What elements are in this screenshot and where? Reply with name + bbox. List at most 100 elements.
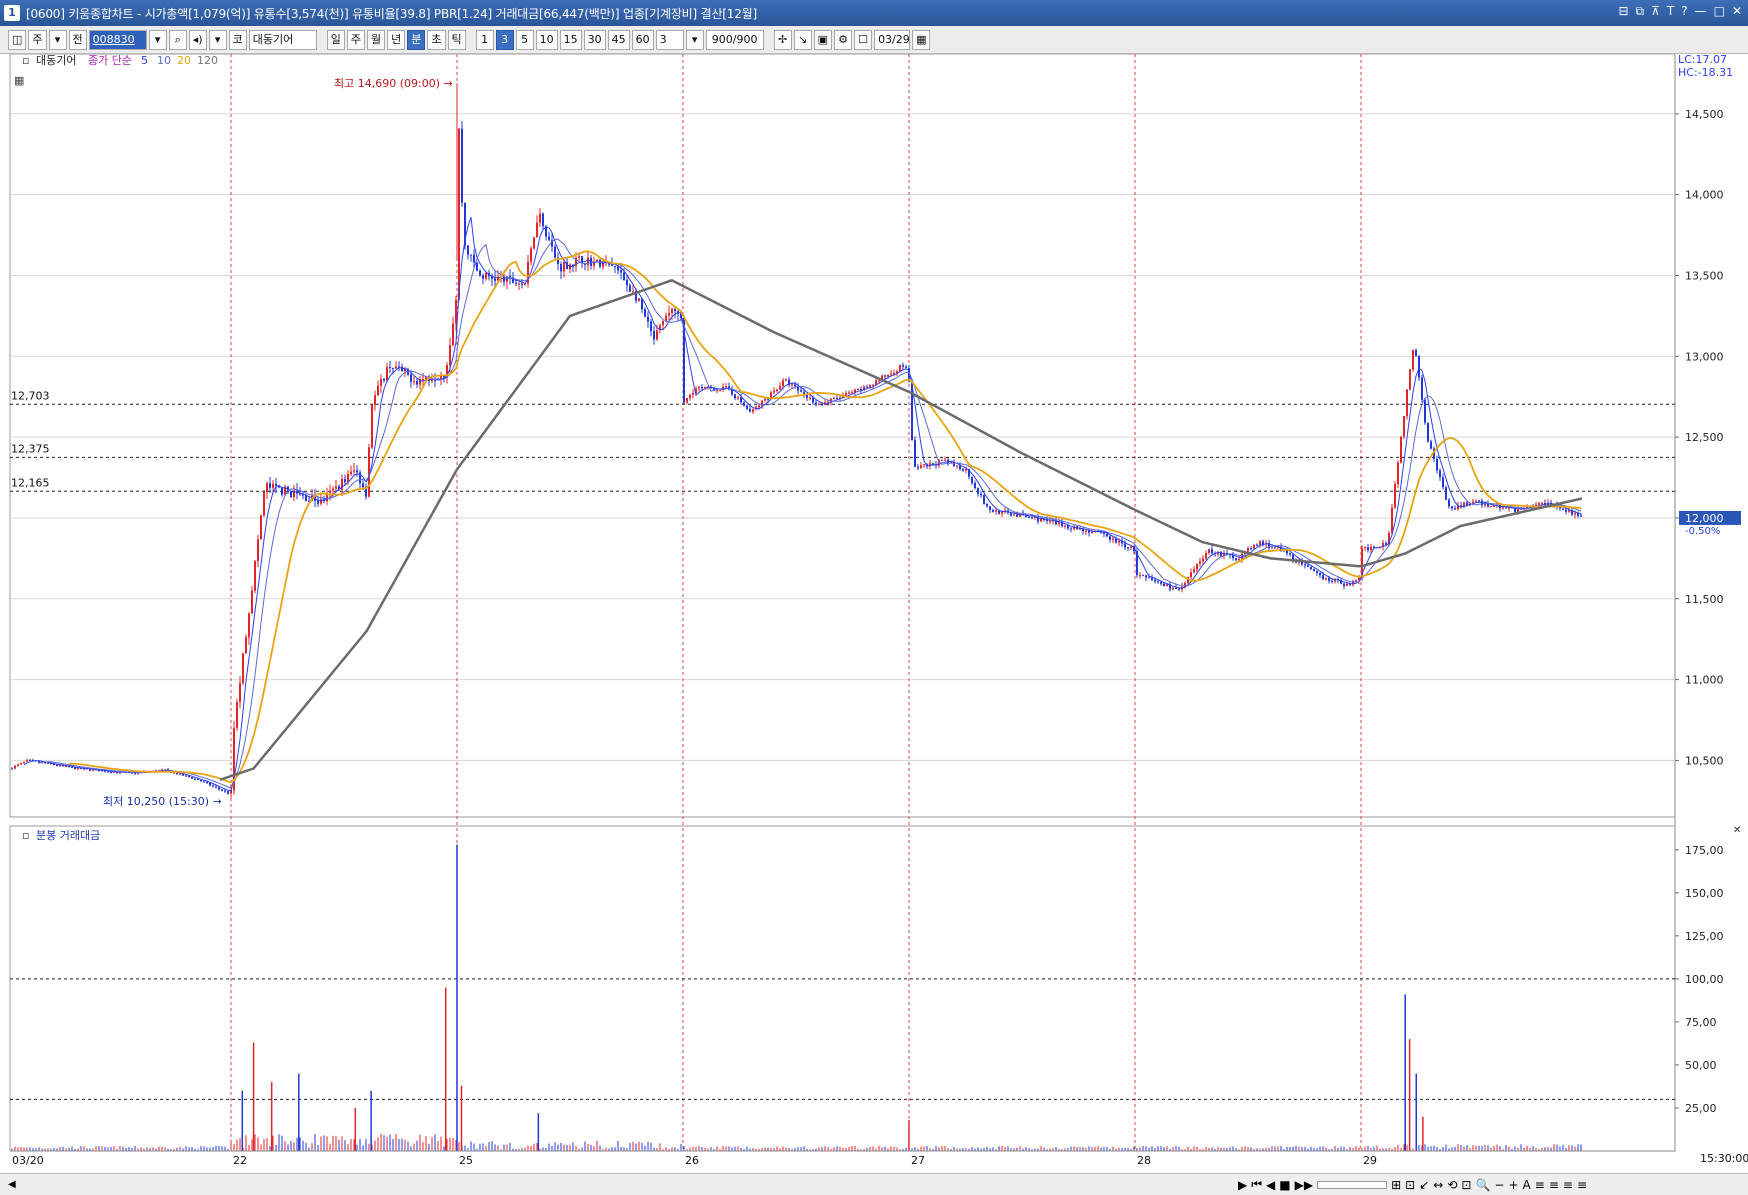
- candle-body: [686, 397, 688, 403]
- interval-30[interactable]: 30: [583, 29, 606, 50]
- candle-body: [1424, 399, 1426, 423]
- arrow-icon[interactable]: ↙: [1419, 1178, 1429, 1192]
- interval-1[interactable]: 1: [475, 29, 494, 50]
- candle-body: [1343, 583, 1345, 586]
- candle-body: [578, 256, 580, 258]
- fast-forward-icon[interactable]: ▶▶: [1295, 1178, 1313, 1192]
- date-field[interactable]: 03/29: [874, 29, 911, 50]
- candle-body: [272, 483, 274, 488]
- minimize-button[interactable]: —: [1695, 4, 1707, 19]
- tools-icon[interactable]: ✢: [773, 29, 792, 50]
- chart-area[interactable]: 12,703 12,375 12,165 10,500 11,000 11,500 12,…: [0, 54, 1748, 1173]
- list-icon-2[interactable]: ≡: [1549, 1178, 1559, 1192]
- candle-body: [890, 373, 892, 375]
- font-button[interactable]: T: [1667, 4, 1674, 19]
- period-second[interactable]: 초: [427, 29, 446, 50]
- candle-body: [1412, 349, 1414, 370]
- gear-icon[interactable]: ⚙: [834, 29, 853, 50]
- count-field[interactable]: 900/900: [705, 29, 764, 50]
- refresh-icon[interactable]: ⟲: [1447, 1178, 1457, 1192]
- period-day[interactable]: 일: [326, 29, 345, 50]
- maximize-button[interactable]: □: [1714, 4, 1725, 19]
- stock-code-input[interactable]: 008830: [88, 29, 147, 50]
- interval-3[interactable]: 3: [495, 29, 514, 50]
- grid-icon[interactable]: ⊞: [1391, 1178, 1401, 1192]
- candle-body: [242, 653, 244, 684]
- capture-icon[interactable]: ⊡: [1461, 1178, 1471, 1192]
- price-panel-collapse[interactable]: ▫: [22, 54, 29, 67]
- interval-10[interactable]: 10: [535, 29, 558, 50]
- chevron-down-icon[interactable]: ▾: [685, 29, 704, 50]
- crosshair-icon[interactable]: ↘: [793, 29, 812, 50]
- play-icon[interactable]: ▶: [1238, 1178, 1247, 1192]
- first-icon[interactable]: ⏮: [1251, 1177, 1262, 1192]
- candle-body: [389, 367, 391, 369]
- volume-panel-collapse[interactable]: ▫: [22, 829, 29, 842]
- interval-45[interactable]: 45: [607, 29, 630, 50]
- chart-canvas[interactable]: 12,703 12,375 12,165 10,500 11,000 11,500 12,…: [0, 54, 1748, 1173]
- legend-ma-label[interactable]: 종가 단순: [88, 54, 132, 67]
- candle-body: [1271, 547, 1273, 549]
- stock-name-field[interactable]: 대동기어: [248, 29, 317, 50]
- volume-legend[interactable]: 분봉 거래대금: [36, 829, 100, 842]
- candle-body: [1238, 559, 1240, 561]
- candle-body: [596, 259, 598, 262]
- stop-icon[interactable]: ■: [1279, 1178, 1290, 1192]
- date-checkbox[interactable]: ☐: [854, 29, 873, 50]
- candle-body: [467, 245, 469, 255]
- help-button[interactable]: ?: [1681, 4, 1687, 19]
- period-year[interactable]: 년: [387, 29, 406, 50]
- candle-body: [857, 388, 859, 390]
- interval-select[interactable]: 3: [655, 29, 684, 50]
- candle-body: [221, 789, 223, 791]
- candle-body: [377, 385, 379, 396]
- zoom-in-icon[interactable]: +: [1508, 1178, 1518, 1192]
- chevron-down-icon[interactable]: ▾: [208, 29, 227, 50]
- code-dropdown-icon[interactable]: ▾: [148, 29, 167, 50]
- frame-icon[interactable]: ⊡: [1405, 1178, 1415, 1192]
- list-icon-4[interactable]: ≡: [1577, 1178, 1587, 1192]
- list-icon-3[interactable]: ≡: [1563, 1178, 1573, 1192]
- candle-body: [554, 246, 556, 258]
- volume-tick-label: 125,00: [1685, 930, 1724, 943]
- candle-body: [1070, 528, 1072, 530]
- interval-5[interactable]: 5: [515, 29, 534, 50]
- candle-body: [917, 466, 919, 468]
- search-icon[interactable]: ⌕: [168, 29, 187, 50]
- market-select[interactable]: 주: [28, 29, 47, 50]
- stretch-icon[interactable]: ↔: [1433, 1178, 1443, 1192]
- period-tick[interactable]: 틱: [447, 29, 466, 50]
- save-icon[interactable]: ▣: [813, 29, 833, 50]
- zoom-slider[interactable]: [1317, 1180, 1388, 1189]
- toolbar: ◫ 주 ▾ 전 008830 ▾ ⌕ ◂) ▾ 코 대동기어 일 주 월 년 분…: [0, 26, 1748, 54]
- type-button[interactable]: 전: [68, 29, 87, 50]
- chevron-down-icon[interactable]: ▾: [48, 29, 67, 50]
- close-button[interactable]: ✕: [1732, 4, 1742, 19]
- candle-body: [992, 509, 994, 512]
- chart-scrollbar[interactable]: ◀ ▶ ⏮ ◀ ■ ▶▶ ⊞ ⊡ ↙ ↔ ⟲ ⊡ 🔍 − + A ≡ ≡ ≡ ≡: [0, 1173, 1748, 1195]
- volume-close-icon[interactable]: ✕: [1733, 825, 1741, 836]
- candle-body: [17, 764, 19, 766]
- period-minute[interactable]: 분: [407, 29, 426, 50]
- period-week[interactable]: 주: [346, 29, 366, 50]
- prev-icon[interactable]: ◀: [1266, 1178, 1275, 1192]
- period-month[interactable]: 월: [367, 29, 386, 50]
- candle-body: [23, 761, 25, 763]
- legend-stock-name[interactable]: 대동기어: [36, 54, 76, 67]
- interval-60[interactable]: 60: [631, 29, 654, 50]
- candle-body: [47, 763, 49, 765]
- table-icon[interactable]: ▦: [14, 74, 24, 87]
- candle-body: [1322, 575, 1324, 580]
- layout-icon[interactable]: ◫: [8, 29, 27, 50]
- scroll-left-icon[interactable]: ◀: [8, 1179, 16, 1190]
- zoom-out-icon[interactable]: −: [1494, 1178, 1504, 1192]
- list-icon-1[interactable]: ≡: [1535, 1178, 1545, 1192]
- magnifier-icon[interactable]: 🔍: [1475, 1178, 1490, 1192]
- window-button-1[interactable]: ⊟: [1618, 4, 1628, 19]
- sound-icon[interactable]: ◂): [188, 29, 207, 50]
- text-icon[interactable]: A: [1523, 1178, 1531, 1192]
- window-button-3[interactable]: ⊼: [1651, 4, 1660, 19]
- window-button-2[interactable]: ⧉: [1636, 4, 1645, 19]
- calendar-icon[interactable]: ▦: [912, 29, 931, 50]
- interval-15[interactable]: 15: [559, 29, 582, 50]
